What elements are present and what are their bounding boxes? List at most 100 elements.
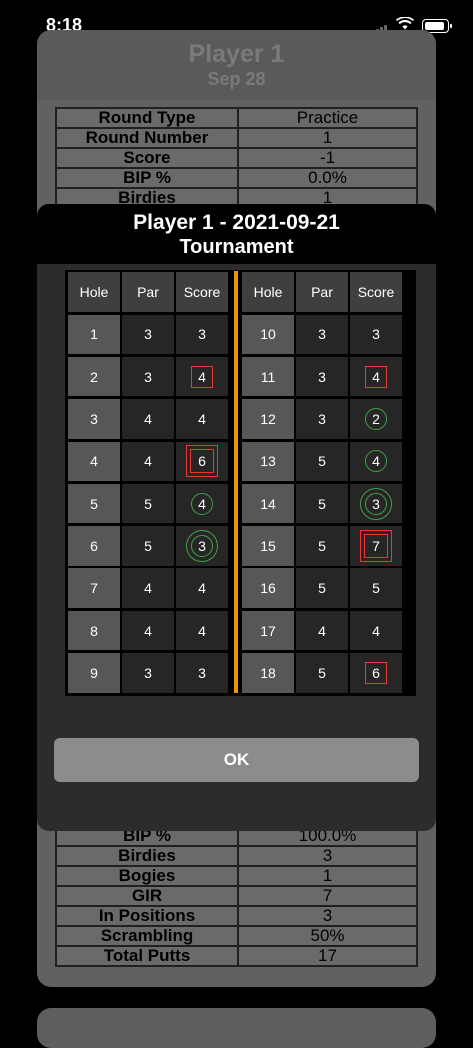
hole-row: 14 5 3 — [241, 482, 414, 524]
hole-score-cell: 3 — [176, 526, 228, 566]
double-bogey-square-mark: 7 — [360, 529, 392, 562]
bogey-square-mark: 4 — [191, 365, 213, 388]
hole-par: 5 — [296, 441, 348, 482]
hole-par: 5 — [122, 526, 174, 566]
hole-score-cell: 4 — [176, 483, 228, 524]
grid-header-row: Hole Par Score — [241, 271, 414, 313]
stat-row: Score -1 — [55, 147, 418, 169]
hole-number: 8 — [68, 610, 120, 651]
hole-score: 4 — [198, 495, 206, 512]
hole-par: 5 — [296, 483, 348, 524]
stat-label: Scrambling — [55, 925, 239, 947]
hole-row: 13 5 4 — [241, 440, 414, 482]
hole-score: 6 — [198, 453, 206, 470]
hole-row: 23 4 — [67, 356, 240, 398]
hole-row: 16 5 5 — [241, 567, 414, 609]
stat-label: Bogies — [55, 865, 239, 887]
hole-score: 6 — [372, 664, 380, 681]
hole-row: 744 — [67, 567, 240, 609]
birdie-circle-mark: 4 — [191, 492, 213, 515]
hole-score: 4 — [198, 622, 206, 639]
hole-par: 5 — [296, 653, 348, 693]
hole-par: 4 — [122, 610, 174, 651]
hole-par: 4 — [296, 610, 348, 651]
hole-number: 18 — [242, 653, 294, 693]
hole-score-cell: 3 — [176, 314, 228, 355]
hole-score: 3 — [198, 537, 206, 554]
stat-value: 7 — [237, 885, 418, 907]
hole-score-cell: 4 — [350, 441, 402, 482]
stat-value: 3 — [237, 845, 418, 867]
column-header-hole: Hole — [68, 272, 120, 312]
next-round-card[interactable] — [37, 1008, 436, 1048]
bogey-square-mark: 4 — [365, 365, 387, 388]
stat-label: In Positions — [55, 905, 239, 927]
hole-row: 55 4 — [67, 482, 240, 524]
stat-value: 1 — [237, 865, 418, 887]
hole-row: 15 5 7 — [241, 525, 414, 567]
column-header-hole: Hole — [242, 272, 294, 312]
hole-row: 17 4 4 — [241, 609, 414, 651]
hole-score-cell: 4 — [350, 610, 402, 651]
hole-score-cell: 6 — [176, 441, 228, 482]
hole-number: 9 — [68, 653, 120, 693]
round-summary-header: Player 1 Sep 28 — [37, 30, 436, 100]
back-nine-grid: Hole Par Score 10 3 3 11 3 4 12 3 2 13 5 4 14 5 3 15 5 7 16 5 5… — [239, 270, 416, 696]
hole-row: 844 — [67, 609, 240, 651]
hole-score-cell: 4 — [176, 356, 228, 397]
hole-par: 3 — [296, 314, 348, 355]
scorecard-subtitle: Tournament — [179, 236, 294, 258]
hole-par: 4 — [122, 399, 174, 439]
hole-score: 3 — [372, 495, 380, 512]
hole-row: 65 3 — [67, 525, 240, 567]
hole-number: 12 — [242, 399, 294, 439]
ok-button[interactable]: OK — [54, 738, 419, 782]
stat-value: Practice — [237, 107, 418, 129]
hole-row: 133 — [67, 313, 240, 355]
double-bogey-square-mark: 6 — [186, 445, 218, 478]
hole-number: 1 — [68, 314, 120, 355]
stat-label: Round Number — [55, 127, 239, 149]
stat-label: Score — [55, 147, 239, 169]
bogey-square-mark: 6 — [365, 661, 387, 684]
hole-score: 3 — [198, 326, 206, 343]
stat-label: Round Type — [55, 107, 239, 129]
hole-par: 4 — [122, 441, 174, 482]
stat-row: Birdies 3 — [55, 845, 418, 867]
hole-score: 3 — [372, 326, 380, 343]
stat-value: 1 — [237, 127, 418, 149]
hole-number: 3 — [68, 399, 120, 439]
hole-score: 4 — [372, 622, 380, 639]
stat-label: BIP % — [55, 167, 239, 189]
stats-table-top: Round Type Practice Round Number 1 Score -1 BI… — [55, 107, 418, 209]
hole-par: 5 — [122, 483, 174, 524]
hole-row: 10 3 3 — [241, 313, 414, 355]
column-header-score: Score — [350, 272, 402, 312]
hole-score: 3 — [198, 664, 206, 681]
scorecard-header: Player 1 - 2021-09-21 Tournament — [37, 204, 436, 264]
hole-row: 933 — [67, 652, 240, 694]
hole-score-cell: 5 — [350, 568, 402, 608]
stat-value: 3 — [237, 905, 418, 927]
hole-number: 15 — [242, 526, 294, 566]
hole-score-cell: 2 — [350, 399, 402, 439]
hole-row: 12 3 2 — [241, 398, 414, 440]
hole-number: 6 — [68, 526, 120, 566]
hole-score: 4 — [372, 453, 380, 470]
stat-value: -1 — [237, 147, 418, 169]
hole-par: 4 — [122, 568, 174, 608]
hole-score: 2 — [372, 411, 380, 428]
stats-table-bottom: BIP % 100.0% Birdies 3 Bogies 1 GIR 7 In Positio… — [55, 825, 418, 967]
hole-number: 11 — [242, 356, 294, 397]
stat-row: Round Number 1 — [55, 127, 418, 149]
hole-number: 17 — [242, 610, 294, 651]
hole-number: 2 — [68, 356, 120, 397]
scorecard-title: Player 1 - 2021-09-21 — [133, 211, 340, 234]
hole-score-cell: 4 — [350, 356, 402, 397]
eagle-circle-mark: 3 — [186, 529, 218, 562]
stat-row: Round Type Practice — [55, 107, 418, 129]
hole-par: 3 — [122, 356, 174, 397]
hole-score: 4 — [198, 580, 206, 597]
stat-value: 0.0% — [237, 167, 418, 189]
stat-value: 17 — [237, 945, 418, 967]
